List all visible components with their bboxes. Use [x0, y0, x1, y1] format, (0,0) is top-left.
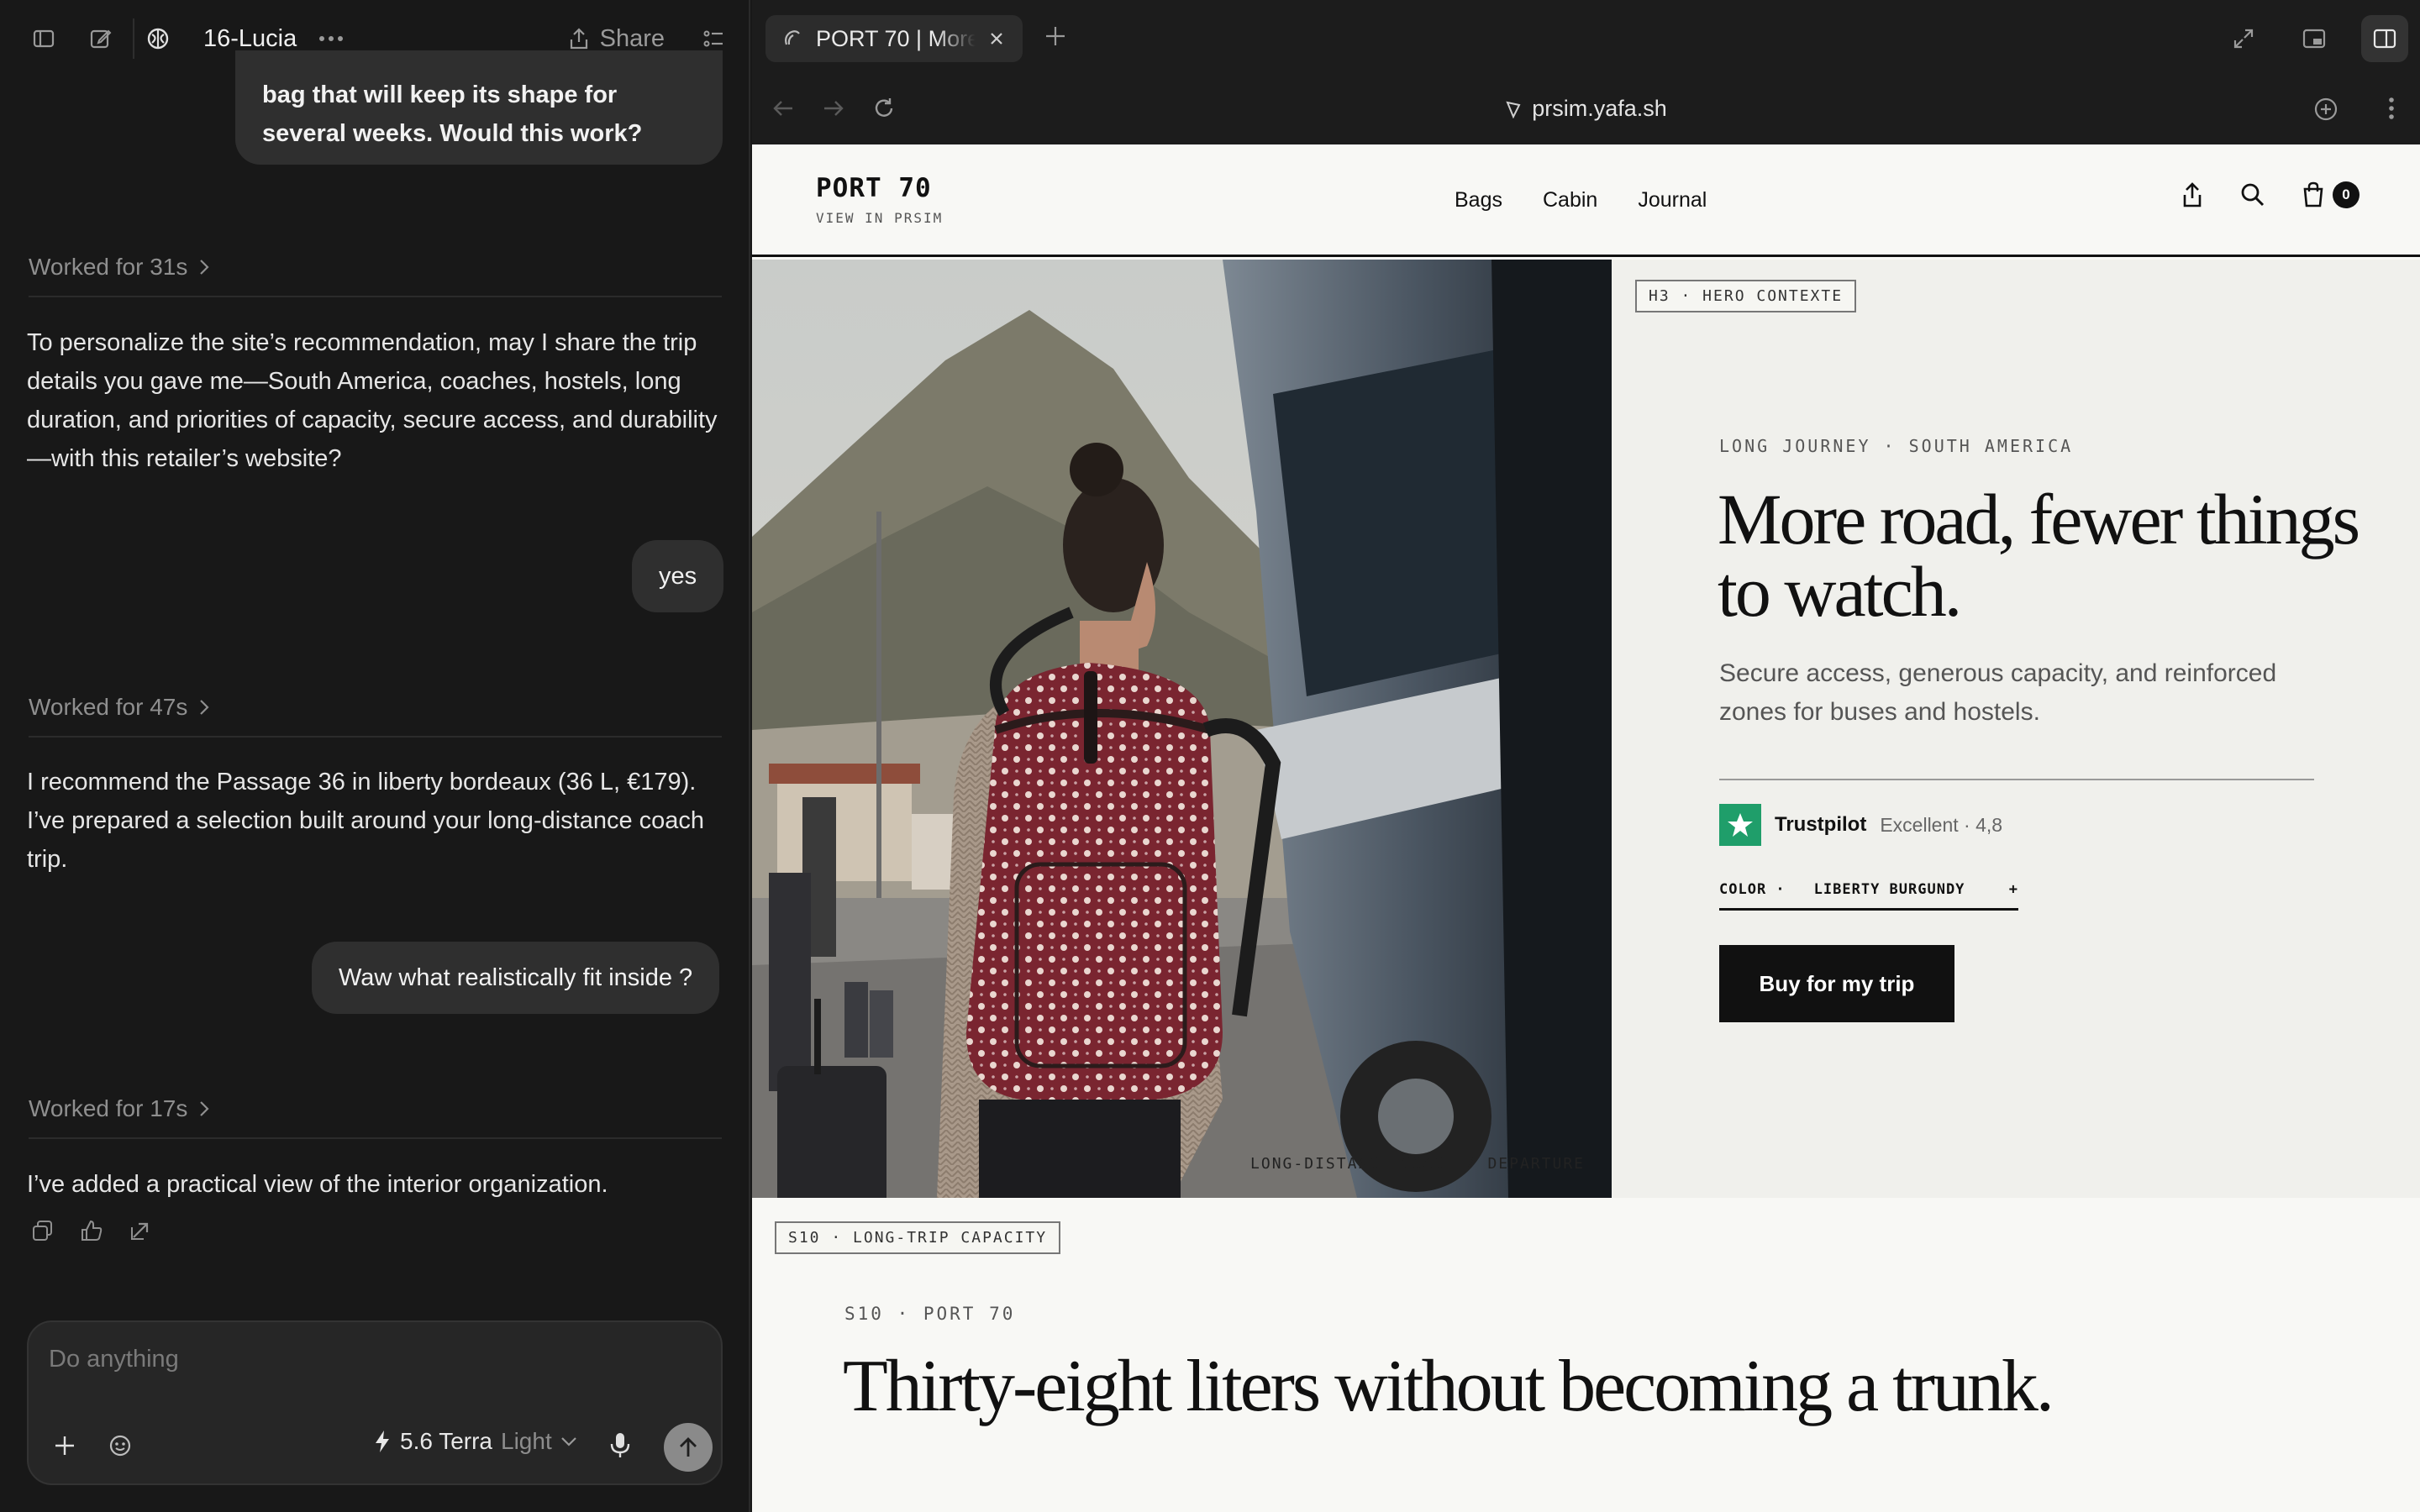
worked-indicator[interactable]: Worked for 31s: [29, 254, 722, 297]
close-tab-icon[interactable]: [989, 31, 1004, 46]
cart-count-badge: 0: [2333, 181, 2360, 208]
hero-title: More road, fewer things to watch.: [1718, 479, 2360, 632]
hero-kicker: LONG JOURNEY · SOUTH AMERICA: [1719, 436, 2074, 456]
user-message: bag that will keep its shape for several…: [235, 50, 723, 165]
chevron-right-icon: [199, 699, 209, 716]
share-page-icon[interactable]: [2181, 181, 2203, 208]
hero-section: LONG-DISTANCE COACH / DEPARTURE H3 · HER…: [752, 260, 2420, 1198]
model-name: 5.6 Terra: [400, 1428, 492, 1454]
section-kicker: S10 · PORT 70: [844, 1304, 1016, 1324]
color-expand-icon: +: [2008, 881, 2018, 898]
search-icon[interactable]: [2240, 182, 2265, 207]
tab-bar: PORT 70 | More road, fewer things to wat…: [752, 0, 2420, 77]
site-header: PORT 70 VIEW IN PRSIM Bags Cabin Journal…: [752, 144, 2420, 257]
section-title: Thirty-eight liters without becoming a t…: [843, 1346, 2054, 1427]
chat-title[interactable]: 16-Lucia: [203, 25, 297, 53]
url-text: prsim.yafa.sh: [1532, 96, 1667, 121]
trustpilot-rating[interactable]: Trustpilot Excellent · 4,8: [1719, 804, 2002, 846]
hero-content: H3 · HERO CONTEXTE LONG JOURNEY · SOUTH …: [1612, 260, 2420, 1198]
site-nav: Bags Cabin Journal: [1455, 188, 1707, 213]
address-bar: prsim.yafa.sh: [752, 77, 2420, 144]
buy-button[interactable]: Buy for my trip: [1719, 945, 1954, 1022]
nav-journal[interactable]: Journal: [1638, 188, 1707, 213]
hero-image: LONG-DISTANCE COACH / DEPARTURE: [752, 260, 1612, 1198]
share-thread-icon[interactable]: [126, 1216, 155, 1245]
site-logo[interactable]: PORT 70: [816, 173, 932, 203]
worked-indicator[interactable]: Worked for 17s: [29, 1095, 722, 1139]
assistant-message: I recommend the Passage 36 in liberty bo…: [27, 769, 705, 873]
model-selector[interactable]: 5.6 Terra Light: [373, 1428, 577, 1455]
nav-bags[interactable]: Bags: [1455, 188, 1502, 213]
task-list-icon[interactable]: [702, 27, 725, 50]
message-actions: [29, 1216, 155, 1245]
arrow-up-icon: [677, 1436, 699, 1459]
cart-icon[interactable]: [2302, 181, 2324, 208]
browser-window: PORT 70 | More road, fewer things to wat…: [752, 0, 2420, 1512]
share-label: Share: [599, 24, 665, 52]
sidebar-toggle-icon[interactable]: [25, 20, 62, 57]
prompt-input[interactable]: Do anything: [49, 1346, 179, 1373]
trustpilot-star-icon: [1719, 804, 1761, 846]
copy-icon[interactable]: [29, 1216, 57, 1245]
browser-menu-icon[interactable]: [2388, 96, 2395, 121]
hero-divider: [1719, 779, 2314, 780]
nav-cabin[interactable]: Cabin: [1543, 188, 1597, 213]
user-message: yes: [632, 540, 724, 612]
color-value: LIBERTY BURGUNDY: [1813, 881, 1965, 898]
user-message: Waw what realistically fit inside ?: [312, 942, 720, 1014]
new-chat-icon[interactable]: [82, 20, 119, 57]
lightning-icon: [373, 1430, 392, 1453]
logo-subtitle: VIEW IN PRSIM: [816, 210, 944, 226]
trustpilot-score: Excellent · 4,8: [1880, 813, 2003, 836]
feedback-icon[interactable]: [77, 1216, 106, 1245]
chat-pane: 16-Lucia Share bag that will keep its sh…: [0, 0, 750, 1512]
plus-icon[interactable]: [52, 1433, 77, 1458]
assistant-message: I’ve added a practical view of the inter…: [27, 1171, 608, 1198]
brain-icon: [139, 20, 176, 57]
chevron-down-icon: [560, 1436, 577, 1446]
assistant-message: To personalize the site’s recommendation…: [27, 329, 718, 472]
hero-image-caption: LONG-DISTANCE COACH / DEPARTURE: [1250, 1155, 1585, 1173]
hero-subtitle: Secure access, generous capacity, and re…: [1719, 659, 2277, 726]
favicon-icon: [782, 29, 802, 49]
trustpilot-name: Trustpilot: [1775, 813, 1867, 836]
expand-icon[interactable]: [2220, 15, 2267, 62]
toolbar-divider: [133, 18, 134, 59]
browser-tab[interactable]: PORT 70 | More road, fewer things to wat…: [765, 15, 1023, 62]
model-variant: Light: [501, 1428, 552, 1454]
site-header-icons: 0: [2181, 181, 2360, 208]
tools-icon[interactable]: [108, 1433, 133, 1458]
more-options-icon[interactable]: [318, 35, 344, 42]
section-tag: S10 · LONG-TRIP CAPACITY: [775, 1221, 1061, 1254]
worked-label: Worked for 31s: [29, 254, 188, 280]
color-selector[interactable]: COLOR · LIBERTY BURGUNDY +: [1719, 881, 2018, 911]
worked-indicator[interactable]: Worked for 47s: [29, 694, 722, 738]
new-tab-icon[interactable]: [1043, 24, 1068, 49]
url-field[interactable]: prsim.yafa.sh: [752, 96, 2420, 122]
tab-title: PORT 70 | More road, fewer things to wat…: [816, 25, 976, 51]
share-icon: [568, 27, 590, 50]
web-page: PORT 70 VIEW IN PRSIM Bags Cabin Journal…: [752, 144, 2420, 1512]
split-view-icon[interactable]: [2361, 15, 2408, 62]
chevron-right-icon: [199, 259, 209, 276]
share-button[interactable]: Share: [568, 25, 665, 53]
window-controls: [2220, 15, 2420, 62]
chevron-right-icon: [199, 1100, 209, 1117]
hero-tag: H3 · HERO CONTEXTE: [1635, 280, 1857, 312]
site-shield-icon: [1505, 100, 1522, 118]
picture-in-picture-icon[interactable]: [2291, 15, 2338, 62]
composer: Do anything 5.6 Terra Light: [27, 1320, 723, 1485]
microphone-icon[interactable]: [608, 1431, 632, 1460]
worked-label: Worked for 47s: [29, 694, 188, 720]
color-label: COLOR ·: [1719, 881, 1786, 898]
send-button[interactable]: [664, 1423, 713, 1472]
add-extension-icon[interactable]: [2312, 96, 2339, 123]
worked-label: Worked for 17s: [29, 1095, 188, 1121]
